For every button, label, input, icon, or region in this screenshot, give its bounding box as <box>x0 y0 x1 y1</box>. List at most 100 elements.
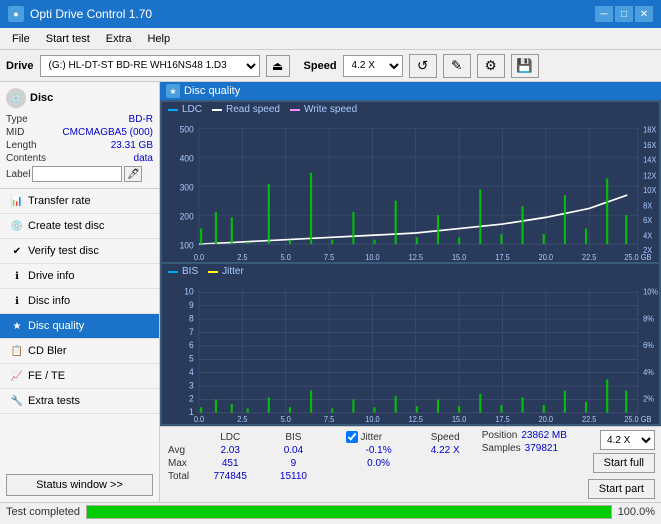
label-input[interactable] <box>32 166 122 182</box>
max-jitter: 0.0% <box>342 457 414 470</box>
label-label: Label <box>6 169 30 180</box>
extra-tests-icon: 🔧 <box>10 394 24 408</box>
verify-test-disc-icon: ✔ <box>10 244 24 258</box>
max-ldc: 451 <box>196 457 264 470</box>
jitter-label: Jitter <box>360 432 382 443</box>
svg-text:25.0 GB: 25.0 GB <box>624 415 651 424</box>
svg-text:400: 400 <box>180 153 194 163</box>
write-button[interactable]: ✎ <box>443 54 471 78</box>
sidebar-item-disc-quality[interactable]: ★ Disc quality <box>0 314 159 339</box>
main-layout: 💿 Disc Type BD-R MID CMCMAGBA5 (000) Len… <box>0 82 661 502</box>
status-text: Test completed <box>6 506 80 518</box>
sidebar-item-drive-info[interactable]: ℹ Drive info <box>0 264 159 289</box>
svg-text:200: 200 <box>180 211 194 221</box>
maximize-button[interactable]: □ <box>615 6 633 22</box>
sidebar-item-label: Drive info <box>28 270 74 282</box>
mid-label: MID <box>6 127 24 138</box>
minimize-button[interactable]: ─ <box>595 6 613 22</box>
ldc-col-header: LDC <box>196 430 264 444</box>
max-label: Max <box>166 457 196 470</box>
sidebar-item-fe-te[interactable]: 📈 FE / TE <box>0 364 159 389</box>
svg-text:5: 5 <box>189 353 194 363</box>
sidebar-item-transfer-rate[interactable]: 📊 Transfer rate <box>0 189 159 214</box>
position-section: Position 23862 MB Samples 379821 <box>482 430 582 454</box>
chart2-legend: BIS Jitter <box>162 264 659 279</box>
status-window-button[interactable]: Status window >> <box>6 474 153 496</box>
menu-file[interactable]: File <box>4 31 38 47</box>
stats-panel: LDC BIS Jitter Speed <box>160 426 661 502</box>
sidebar-item-label: Disc info <box>28 295 70 307</box>
disc-icon: 💿 <box>6 88 26 108</box>
drive-select[interactable]: (G:) HL-DT-ST BD-RE WH16NS48 1.D3 <box>40 55 260 77</box>
max-bis: 9 <box>264 457 322 470</box>
svg-text:8%: 8% <box>643 314 654 323</box>
length-value: 23.31 GB <box>111 140 153 151</box>
sidebar-item-label: Disc quality <box>28 320 84 332</box>
sidebar-item-cd-bler[interactable]: 📋 CD Bler <box>0 339 159 364</box>
sidebar-item-extra-tests[interactable]: 🔧 Extra tests <box>0 389 159 414</box>
label-set-button[interactable]: 🖊 <box>124 166 142 182</box>
close-button[interactable]: ✕ <box>635 6 653 22</box>
svg-text:6%: 6% <box>643 341 654 350</box>
svg-text:2.5: 2.5 <box>237 415 247 424</box>
menu-start-test[interactable]: Start test <box>38 31 98 47</box>
avg-label: Avg <box>166 444 196 457</box>
jitter-col-header: Jitter <box>342 430 414 444</box>
menu-help[interactable]: Help <box>139 31 178 47</box>
avg-jitter: -0.1% <box>342 444 414 457</box>
svg-text:500: 500 <box>180 124 194 134</box>
read-speed-legend-color <box>212 109 222 111</box>
speed-label: Speed <box>304 60 337 72</box>
eject-button[interactable]: ⏏ <box>266 55 290 77</box>
progress-bar-inner <box>87 506 611 518</box>
speed-select[interactable]: 4.2 X <box>343 55 403 77</box>
stats-table: LDC BIS Jitter Speed <box>166 430 476 483</box>
length-label: Length <box>6 140 37 151</box>
write-speed-legend-label: Write speed <box>304 104 357 115</box>
sidebar-item-create-test-disc[interactable]: 💿 Create test disc <box>0 214 159 239</box>
progress-bar-outer <box>86 505 612 519</box>
settings-button[interactable]: ⚙ <box>477 54 505 78</box>
fe-te-icon: 📈 <box>10 369 24 383</box>
position-label: Position <box>482 430 518 441</box>
type-label: Type <box>6 114 28 125</box>
progress-text: 100.0% <box>618 506 655 518</box>
window-controls: ─ □ ✕ <box>595 6 653 22</box>
samples-label: Samples <box>482 443 521 454</box>
svg-text:0.0: 0.0 <box>194 415 204 424</box>
svg-text:18X: 18X <box>643 125 656 134</box>
ldc-legend-label: LDC <box>182 104 202 115</box>
sidebar-item-verify-test-disc[interactable]: ✔ Verify test disc <box>0 239 159 264</box>
svg-text:12X: 12X <box>643 171 656 180</box>
avg-bis: 0.04 <box>264 444 322 457</box>
start-part-button[interactable]: Start part <box>588 479 655 499</box>
total-bis: 15110 <box>264 470 322 483</box>
sidebar-nav: 📊 Transfer rate 💿 Create test disc ✔ Ver… <box>0 189 159 414</box>
test-speed-select[interactable]: 4.2 X <box>600 430 655 450</box>
refresh-button[interactable]: ↺ <box>409 54 437 78</box>
sidebar-item-label: Verify test disc <box>28 245 99 257</box>
menu-extra[interactable]: Extra <box>98 31 140 47</box>
speed-value: 4.22 X <box>415 444 476 457</box>
svg-text:4X: 4X <box>643 231 652 240</box>
svg-text:9: 9 <box>189 300 194 310</box>
sidebar-item-label: CD Bler <box>28 345 67 357</box>
sidebar-item-disc-info[interactable]: ℹ Disc info <box>0 289 159 314</box>
position-value: 23862 MB <box>521 430 567 441</box>
svg-text:22.5: 22.5 <box>582 253 596 262</box>
start-full-button[interactable]: Start full <box>593 453 655 473</box>
content-icon: ★ <box>166 84 180 98</box>
mid-value: CMCMAGBA5 (000) <box>62 127 153 138</box>
svg-text:10.0: 10.0 <box>365 415 379 424</box>
svg-text:4: 4 <box>189 367 194 377</box>
bis-legend-label: BIS <box>182 266 198 277</box>
chart1-panel: LDC Read speed Write speed <box>162 102 659 262</box>
save-button[interactable]: 💾 <box>511 54 539 78</box>
progress-bar-container: Test completed 100.0% <box>0 502 661 522</box>
jitter-checkbox[interactable] <box>346 431 358 443</box>
svg-text:17.5: 17.5 <box>495 415 509 424</box>
sidebar-item-label: FE / TE <box>28 370 65 382</box>
disc-section-title: Disc <box>30 92 53 104</box>
svg-text:5.0: 5.0 <box>281 415 291 424</box>
drive-bar: Drive (G:) HL-DT-ST BD-RE WH16NS48 1.D3 … <box>0 50 661 82</box>
